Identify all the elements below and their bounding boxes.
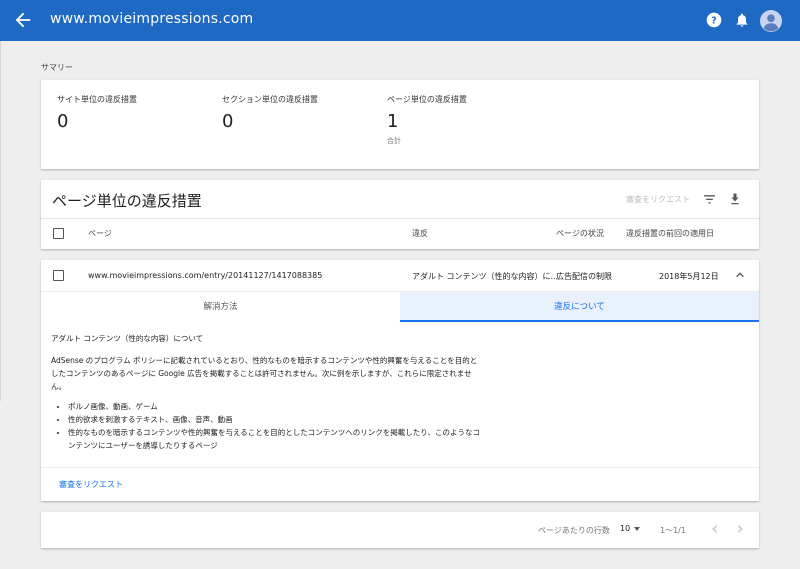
select-all-checkbox[interactable]	[53, 228, 64, 239]
svg-text:?: ?	[711, 15, 716, 26]
bell-icon[interactable]	[734, 11, 750, 29]
page-violations-card: ページ単位の違反措置 審査をリクエスト ページ 違反 ページの状況 違反措置の前…	[41, 180, 759, 249]
list-item: ポルノ画像、動画、ゲーム	[68, 400, 481, 413]
metric-site: サイト単位の違反措置 0	[57, 94, 137, 132]
row-status: 広告配信の制限	[556, 272, 612, 281]
metric-value: 0	[222, 111, 234, 132]
filter-icon[interactable]	[703, 194, 716, 205]
row-divider	[41, 467, 759, 468]
row-violation: アダルト コンテンツ（性的な内容）に...	[412, 272, 559, 281]
caret-down-icon[interactable]	[634, 527, 640, 531]
request-review-link[interactable]: 審査をリクエスト	[59, 479, 123, 490]
page-range: 1～1/1	[660, 526, 686, 535]
summary-title: サマリー	[41, 63, 73, 72]
chevron-left-icon[interactable]	[710, 524, 720, 534]
metric-sub: 合計	[387, 137, 401, 145]
section-title: ページ単位の違反措置	[52, 192, 202, 210]
account-avatar-icon[interactable]	[760, 10, 782, 32]
site-title: www.movieimpressions.com	[50, 11, 254, 27]
header-divider	[41, 218, 759, 219]
detail-bullets: ポルノ画像、動画、ゲーム 性的欲求を刺激するテキスト、画像、音声、動画 性的なも…	[51, 400, 481, 452]
detail-paragraph: AdSense のプログラム ポリシーに記載されているとおり、性的なものを暗示す…	[51, 356, 478, 391]
rows-per-page-select[interactable]: 10	[620, 524, 630, 533]
summary-card: サイト単位の違反措置 0 セクション単位の違反措置 0 ページ単位の違反措置 1…	[41, 80, 759, 169]
metric-section: セクション単位の違反措置 0	[222, 94, 318, 132]
row-date: 2018年5月12日	[659, 272, 719, 281]
violation-row-expanded: www.movieimpressions.com/entry/20141127/…	[41, 260, 759, 501]
metric-value: 0	[57, 111, 69, 132]
metric-page: ページ単位の違反措置 1 合計	[387, 94, 467, 146]
chevron-up-icon[interactable]	[735, 270, 745, 280]
app-top-bar: www.movieimpressions.com ?	[0, 0, 800, 41]
tab-resolution[interactable]: 解消方法	[41, 292, 400, 322]
column-header-violation[interactable]: 違反	[412, 228, 428, 239]
left-divider	[0, 41, 1, 401]
help-icon[interactable]: ?	[706, 12, 722, 28]
arrow-back-icon[interactable]	[12, 9, 34, 31]
tab-about-violation[interactable]: 違反について	[400, 292, 759, 322]
metric-value: 1	[387, 111, 399, 132]
column-header-status[interactable]: ページの状況	[556, 228, 604, 239]
list-item: 性的欲求を刺激するテキスト、画像、音声、動画	[68, 413, 481, 426]
metric-label: サイト単位の違反措置	[57, 95, 137, 104]
rows-per-page-label: ページあたりの行数	[538, 526, 610, 535]
metric-label: ページ単位の違反措置	[387, 95, 467, 104]
column-header-date[interactable]: 違反措置の前回の適用日	[626, 228, 714, 239]
violation-detail: アダルト コンテンツ（性的な内容）について AdSense のプログラム ポリシ…	[51, 332, 481, 452]
row-page-url[interactable]: www.movieimpressions.com/entry/20141127/…	[88, 271, 322, 280]
detail-heading: アダルト コンテンツ（性的な内容）について	[51, 334, 204, 343]
detail-tabs: 解消方法 違反について	[41, 291, 759, 322]
pagination-card: ページあたりの行数 10 1～1/1	[41, 512, 759, 548]
row-checkbox[interactable]	[53, 270, 64, 281]
list-item: 性的なものを暗示するコンテンツや性的興奮を与えることを目的としたコンテンツへのリ…	[68, 426, 481, 452]
column-header-page[interactable]: ページ	[88, 228, 112, 239]
download-icon[interactable]	[729, 192, 741, 206]
chevron-right-icon[interactable]	[735, 524, 745, 534]
metric-label: セクション単位の違反措置	[222, 95, 318, 104]
request-review-button-disabled[interactable]: 審査をリクエスト	[626, 194, 690, 205]
